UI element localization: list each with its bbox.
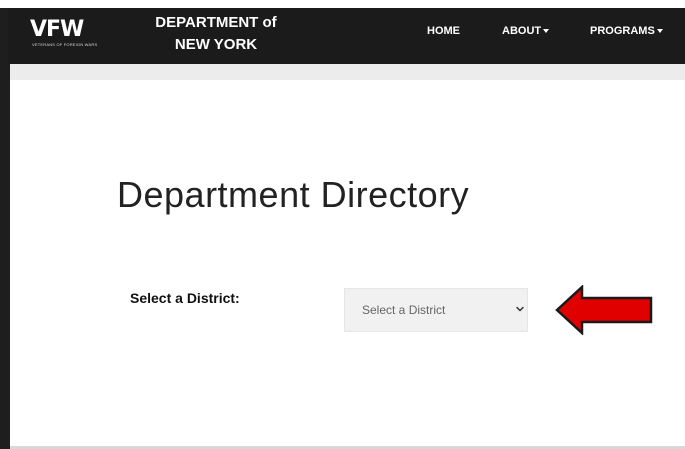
- brand-title-line2: NEW YORK: [174, 36, 258, 53]
- navbar: VFW VETERANS OF FOREIGN WARS DEPARTMENT …: [8, 8, 685, 64]
- logo-text: VFW: [30, 17, 84, 42]
- nav-home-label: HOME: [427, 25, 460, 37]
- nav-programs-label: PROGRAMS: [590, 25, 655, 37]
- caret-down-icon: [543, 29, 550, 34]
- brand-title-line1: DEPARTMENT of: [155, 14, 277, 31]
- district-select-value: Select a District: [362, 303, 446, 317]
- nav-programs[interactable]: PROGRAMS: [590, 25, 663, 37]
- brand-title[interactable]: DEPARTMENT of NEW YORK: [141, 12, 291, 56]
- district-select[interactable]: Select a District: [344, 288, 528, 332]
- nav-about-label: ABOUT: [502, 25, 542, 37]
- vfw-logo[interactable]: VFW VETERANS OF FOREIGN WARS: [30, 18, 100, 50]
- chevron-down-icon: [516, 306, 524, 312]
- sub-header-bar: [10, 64, 685, 80]
- district-label: Select a District:: [130, 290, 240, 306]
- top-gap: [0, 0, 685, 8]
- page: VFW VETERANS OF FOREIGN WARS DEPARTMENT …: [0, 0, 685, 449]
- page-title: Department Directory: [117, 174, 470, 215]
- nav-about[interactable]: ABOUT: [502, 25, 550, 37]
- caret-down-icon: [656, 29, 663, 34]
- left-arrow-icon: [555, 285, 653, 335]
- left-border: [0, 8, 10, 449]
- nav-home[interactable]: HOME: [427, 25, 460, 37]
- logo-subtext: VETERANS OF FOREIGN WARS: [32, 42, 98, 47]
